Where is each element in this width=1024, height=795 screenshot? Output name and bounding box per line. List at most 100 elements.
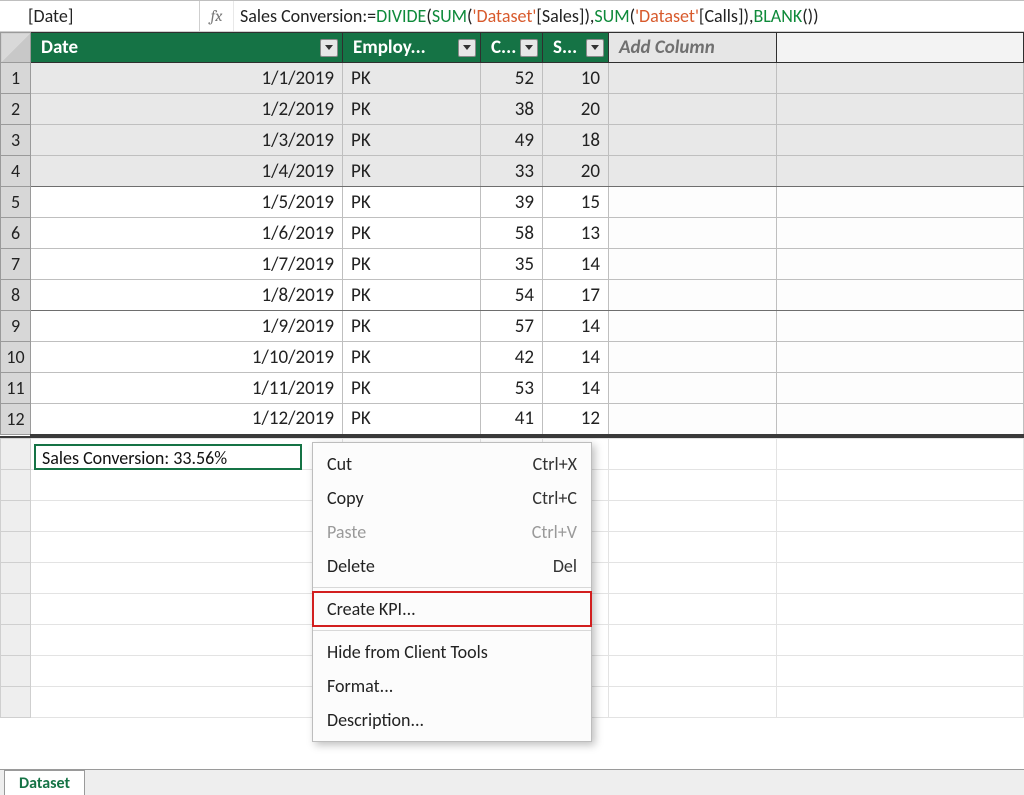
- cell-employee[interactable]: PK: [343, 156, 481, 187]
- cell-date[interactable]: 1/8/2019: [31, 280, 343, 311]
- cell-date[interactable]: 1/11/2019: [31, 373, 343, 404]
- cell-date[interactable]: 1/5/2019: [31, 187, 343, 218]
- cell-calls[interactable]: 39: [481, 187, 543, 218]
- table-row[interactable]: 81/8/2019PK5417: [1, 280, 1024, 311]
- table-row[interactable]: 41/4/2019PK3320: [1, 156, 1024, 187]
- cell-date[interactable]: 1/9/2019: [31, 311, 343, 342]
- cell-calls[interactable]: 57: [481, 311, 543, 342]
- row-header[interactable]: 1: [1, 63, 31, 94]
- cell-date[interactable]: 1/12/2019: [31, 404, 343, 435]
- cell-date[interactable]: 1/6/2019: [31, 218, 343, 249]
- cell-date[interactable]: 1/4/2019: [31, 156, 343, 187]
- cell-employee[interactable]: PK: [343, 404, 481, 435]
- cell-date[interactable]: 1/3/2019: [31, 125, 343, 156]
- cell-add-column[interactable]: [609, 125, 777, 156]
- add-column-header[interactable]: Add Column: [609, 33, 777, 63]
- filter-dropdown-icon[interactable]: [458, 39, 476, 57]
- formula-input[interactable]: Sales Conversion:=DIVIDE(SUM('Dataset'[S…: [234, 1, 1024, 31]
- cell-calls[interactable]: 52: [481, 63, 543, 94]
- cell-add-column[interactable]: [609, 404, 777, 435]
- menu-item-create-kpi[interactable]: Create KPI...: [313, 592, 591, 626]
- filter-dropdown-icon[interactable]: [520, 39, 538, 57]
- menu-item-delete[interactable]: DeleteDel: [313, 549, 591, 583]
- row-header[interactable]: 2: [1, 94, 31, 125]
- cell-calls[interactable]: 49: [481, 125, 543, 156]
- cell-sales[interactable]: 10: [543, 63, 609, 94]
- measure-cell-sales-conversion[interactable]: Sales Conversion: 33.56%: [34, 444, 302, 470]
- row-header[interactable]: 11: [1, 373, 31, 404]
- row-header[interactable]: 4: [1, 156, 31, 187]
- cell-employee[interactable]: PK: [343, 125, 481, 156]
- cell-calls[interactable]: 41: [481, 404, 543, 435]
- cell-employee[interactable]: PK: [343, 311, 481, 342]
- table-row[interactable]: 121/12/2019PK4112: [1, 404, 1024, 435]
- menu-item-cut[interactable]: CutCtrl+X: [313, 447, 591, 481]
- table-row[interactable]: 31/3/2019PK4918: [1, 125, 1024, 156]
- sheet-tab-dataset[interactable]: Dataset: [4, 770, 85, 795]
- cell-add-column[interactable]: [609, 156, 777, 187]
- cell-employee[interactable]: PK: [343, 218, 481, 249]
- cell-date[interactable]: 1/2/2019: [31, 94, 343, 125]
- cell-add-column[interactable]: [609, 311, 777, 342]
- column-header-sales[interactable]: S...: [543, 33, 609, 63]
- row-header[interactable]: 6: [1, 218, 31, 249]
- column-header-calls[interactable]: C...: [481, 33, 543, 63]
- table-row[interactable]: 51/5/2019PK3915: [1, 187, 1024, 218]
- cell-calls[interactable]: 53: [481, 373, 543, 404]
- cell-add-column[interactable]: [609, 94, 777, 125]
- cell-sales[interactable]: 14: [543, 249, 609, 280]
- cell-calls[interactable]: 58: [481, 218, 543, 249]
- cell-employee[interactable]: PK: [343, 373, 481, 404]
- cell-sales[interactable]: 14: [543, 373, 609, 404]
- table-row[interactable]: 61/6/2019PK5813: [1, 218, 1024, 249]
- row-header[interactable]: 3: [1, 125, 31, 156]
- cell-add-column[interactable]: [609, 280, 777, 311]
- name-box[interactable]: [Date]: [0, 1, 200, 31]
- cell-sales[interactable]: 20: [543, 94, 609, 125]
- cell-calls[interactable]: 54: [481, 280, 543, 311]
- select-all-corner[interactable]: [1, 33, 31, 63]
- row-header[interactable]: 7: [1, 249, 31, 280]
- cell-employee[interactable]: PK: [343, 249, 481, 280]
- column-header-employee[interactable]: Employ...: [343, 33, 481, 63]
- cell-sales[interactable]: 14: [543, 342, 609, 373]
- row-header[interactable]: 9: [1, 311, 31, 342]
- cell-sales[interactable]: 12: [543, 404, 609, 435]
- cell-sales[interactable]: 17: [543, 280, 609, 311]
- cell-date[interactable]: 1/1/2019: [31, 63, 343, 94]
- fx-icon[interactable]: fx: [200, 1, 234, 31]
- row-header[interactable]: 10: [1, 342, 31, 373]
- cell-add-column[interactable]: [609, 218, 777, 249]
- table-row[interactable]: 11/1/2019PK5210: [1, 63, 1024, 94]
- cell-sales[interactable]: 13: [543, 218, 609, 249]
- cell-add-column[interactable]: [609, 373, 777, 404]
- cell-sales[interactable]: 14: [543, 311, 609, 342]
- cell-add-column[interactable]: [609, 187, 777, 218]
- cell-date[interactable]: 1/10/2019: [31, 342, 343, 373]
- cell-sales[interactable]: 18: [543, 125, 609, 156]
- row-header[interactable]: 8: [1, 280, 31, 311]
- cell-sales[interactable]: 20: [543, 156, 609, 187]
- filter-dropdown-icon[interactable]: [320, 39, 338, 57]
- table-row[interactable]: 101/10/2019PK4214: [1, 342, 1024, 373]
- cell-employee[interactable]: PK: [343, 342, 481, 373]
- cell-add-column[interactable]: [609, 342, 777, 373]
- table-row[interactable]: 91/9/2019PK5714: [1, 311, 1024, 342]
- cell-employee[interactable]: PK: [343, 63, 481, 94]
- row-header[interactable]: 12: [1, 404, 31, 435]
- table-row[interactable]: 21/2/2019PK3820: [1, 94, 1024, 125]
- cell-add-column[interactable]: [609, 63, 777, 94]
- table-row[interactable]: 111/11/2019PK5314: [1, 373, 1024, 404]
- table-row[interactable]: 71/7/2019PK3514: [1, 249, 1024, 280]
- cell-calls[interactable]: 38: [481, 94, 543, 125]
- cell-sales[interactable]: 15: [543, 187, 609, 218]
- menu-item-description[interactable]: Description...: [313, 703, 591, 737]
- cell-employee[interactable]: PK: [343, 280, 481, 311]
- cell-date[interactable]: 1/7/2019: [31, 249, 343, 280]
- menu-item-copy[interactable]: CopyCtrl+C: [313, 481, 591, 515]
- cell-calls[interactable]: 35: [481, 249, 543, 280]
- menu-item-format[interactable]: Format...: [313, 669, 591, 703]
- row-header[interactable]: 5: [1, 187, 31, 218]
- menu-item-hide-from-client-tools[interactable]: Hide from Client Tools: [313, 635, 591, 669]
- cell-employee[interactable]: PK: [343, 94, 481, 125]
